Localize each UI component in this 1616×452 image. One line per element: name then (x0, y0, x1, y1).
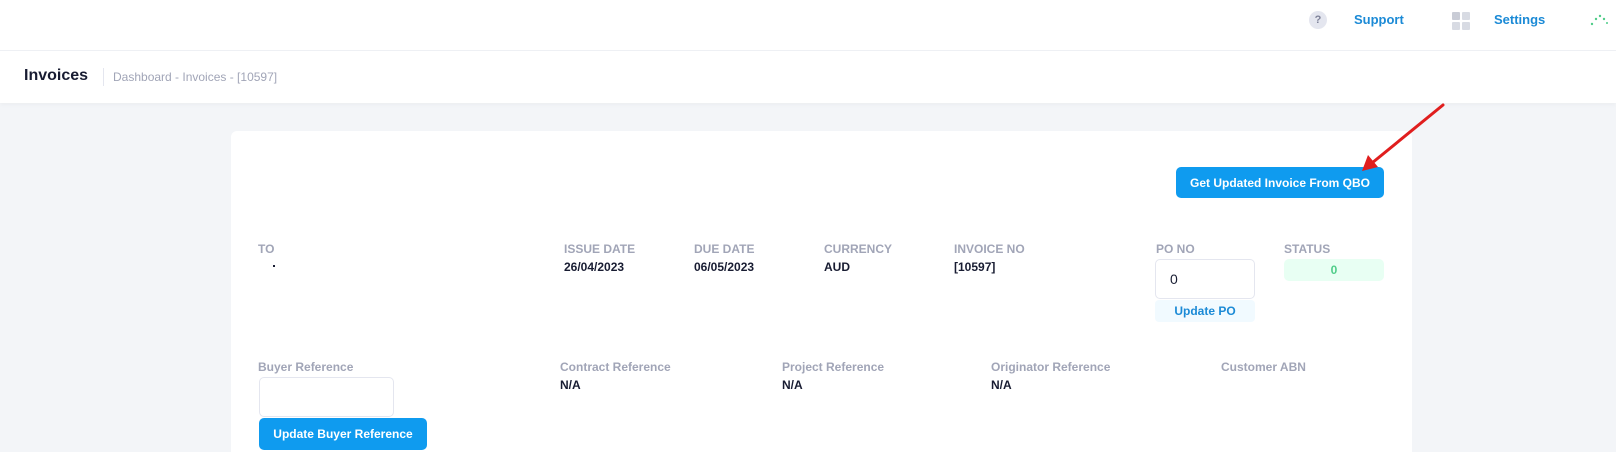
contract-reference-value: N/A (560, 378, 581, 392)
customer-abn-label: Customer ABN (1221, 360, 1306, 374)
currency-label: CURRENCY (824, 242, 893, 256)
buyer-reference-label: Buyer Reference (258, 360, 354, 374)
get-updated-invoice-button[interactable]: Get Updated Invoice From QBO (1176, 167, 1384, 198)
originator-reference-label: Originator Reference (991, 360, 1111, 374)
to-label: TO (258, 242, 275, 256)
page-title: Invoices (24, 67, 89, 84)
page-header: Invoices Dashboard - Invoices - [10597] (0, 51, 1616, 103)
currency-value: AUD (824, 260, 850, 274)
invoice-card: Get Updated Invoice From QBO TO ISSUE DA… (231, 131, 1412, 452)
issue-date-label: ISSUE DATE (564, 242, 636, 256)
update-po-button[interactable]: Update PO (1155, 300, 1255, 322)
po-no-label: PO NO (1156, 242, 1195, 256)
project-reference-label: Project Reference (782, 360, 885, 374)
po-no-input[interactable] (1155, 259, 1255, 299)
update-buyer-reference-button[interactable]: Update Buyer Reference (259, 418, 427, 450)
contract-reference-label: Contract Reference (560, 360, 671, 374)
due-date-value: 06/05/2023 (694, 260, 755, 274)
grid-icon[interactable] (1452, 12, 1470, 30)
top-navbar: ? Support Settings (0, 0, 1616, 51)
to-value (273, 265, 275, 267)
project-reference-value: N/A (782, 378, 803, 392)
header-divider (103, 68, 104, 86)
breadcrumb: Dashboard - Invoices - [10597] (113, 70, 278, 84)
buyer-reference-input[interactable] (259, 377, 394, 417)
invoice-no-value: [10597] (954, 260, 996, 274)
settings-link[interactable]: Settings (1494, 12, 1545, 27)
help-icon[interactable]: ? (1309, 11, 1327, 29)
support-link[interactable]: Support (1354, 12, 1404, 27)
due-date-label: DUE DATE (694, 242, 755, 256)
spinner-icon (1590, 14, 1608, 26)
status-label: STATUS (1284, 242, 1331, 256)
invoice-no-label: INVOICE NO (954, 242, 1025, 256)
issue-date-value: 26/04/2023 (564, 260, 625, 274)
originator-reference-value: N/A (991, 378, 1012, 392)
status-badge: 0 (1284, 259, 1384, 281)
